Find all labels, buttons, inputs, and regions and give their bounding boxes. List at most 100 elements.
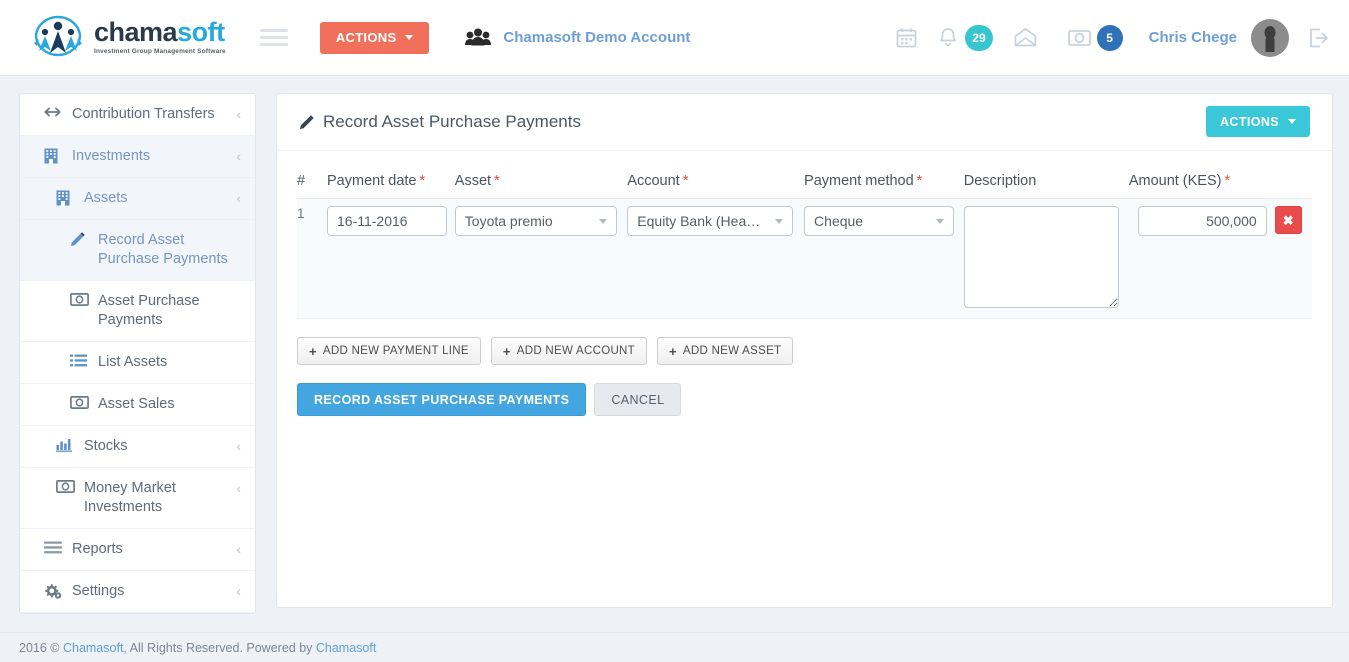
chevron-left-icon[interactable]: ‹ — [236, 147, 241, 166]
money-icon — [70, 396, 92, 409]
th-number: # — [297, 173, 327, 199]
user-avatar[interactable] — [1251, 18, 1289, 57]
sidebar-item-settings[interactable]: Settings ‹ — [20, 571, 255, 613]
table-header: # Payment date * Asset * Account * Payment … — [297, 173, 1312, 199]
sidebar-item-label: Assets — [84, 190, 128, 206]
payment-method-select[interactable]: Cheque — [804, 206, 955, 236]
required-marker: * — [419, 173, 426, 189]
th-description: Description — [963, 173, 1129, 199]
logo-word-secondary: soft — [177, 17, 225, 48]
pencil-icon — [300, 114, 314, 129]
logout-icon[interactable] — [1307, 27, 1329, 49]
header-right-tools: 29 5 Chris Chege — [885, 18, 1329, 58]
table-header-row: # Payment date * Asset * Account * Payment … — [297, 173, 1312, 199]
plus-icon: + — [668, 343, 677, 359]
asset-select[interactable]: Toyota premio — [454, 206, 617, 236]
sidebar-item-list-assets[interactable]: List Assets — [20, 342, 255, 384]
sidebar-item-assets[interactable]: Assets ‹ — [20, 178, 255, 220]
money-icon — [56, 480, 78, 493]
asset-select-value: Toyota premio — [464, 213, 553, 229]
list-lines-icon — [44, 541, 66, 554]
bell-icon[interactable] — [927, 18, 969, 58]
top-actions-button[interactable]: ACTIONS — [319, 21, 430, 54]
sidebar-item-record-asset-purchase-payments[interactable]: Record Asset Purchase Payments — [20, 220, 255, 281]
add-new-account-label: ADD NEW ACCOUNT — [516, 345, 635, 357]
cell-description — [963, 198, 1129, 319]
chevron-left-icon[interactable]: ‹ — [236, 437, 241, 456]
envelope-icon[interactable] — [1005, 18, 1047, 58]
sidebar-item-label: Record Asset Purchase Payments — [98, 232, 228, 267]
arrows-horizontal-icon — [44, 106, 66, 118]
calendar-icon[interactable] — [885, 18, 927, 58]
sidebar-item-asset-purchase-payments[interactable]: Asset Purchase Payments — [20, 281, 255, 342]
chevron-left-icon[interactable]: ‹ — [236, 582, 241, 601]
sidebar-item-label: Investments — [72, 148, 151, 164]
payment-method-select-value: Cheque — [814, 213, 864, 229]
notifications-badge[interactable]: 29 — [965, 24, 993, 51]
sidebar-item-investments[interactable]: Investments ‹ — [20, 136, 255, 178]
add-new-payment-line-button[interactable]: + ADD NEW PAYMENT LINE — [297, 337, 481, 365]
delete-row-button[interactable]: ✖ — [1274, 206, 1302, 234]
logo-tagline: Investment Group Management Software — [94, 48, 226, 56]
table-row: 1 Toyota premio Equity Bank (Hea… — [297, 198, 1312, 319]
cell-payment-method: Cheque — [804, 198, 964, 319]
cancel-button[interactable]: CANCEL — [594, 383, 682, 416]
description-textarea[interactable] — [963, 206, 1119, 308]
page-title-text: Record Asset Purchase Payments — [323, 112, 581, 131]
th-description-label: Description — [963, 173, 1037, 189]
chevron-left-icon[interactable]: ‹ — [236, 479, 241, 498]
money-icon — [70, 293, 92, 306]
add-new-asset-button[interactable]: + ADD NEW ASSET — [656, 337, 794, 365]
footer-link-chamasoft-2[interactable]: Chamasoft — [316, 641, 376, 655]
chevron-down-icon — [598, 218, 607, 224]
sidebar-item-label: Money Market Investments — [84, 480, 176, 515]
payments-table: # Payment date * Asset * Account * Payment … — [297, 173, 1312, 319]
required-marker: * — [916, 173, 923, 189]
th-amount: Amount (KES) * — [1128, 173, 1275, 199]
panel-actions-button[interactable]: ACTIONS — [1205, 106, 1310, 137]
sidebar-item-reports[interactable]: Reports ‹ — [20, 529, 255, 571]
th-delete — [1274, 173, 1312, 199]
table-body: 1 Toyota premio Equity Bank (Hea… — [297, 198, 1312, 319]
app-logo[interactable]: chamasoft Investment Group Management So… — [28, 13, 226, 63]
payment-date-input[interactable] — [327, 206, 447, 236]
top-header: chamasoft Investment Group Management So… — [0, 0, 1349, 76]
sidebar-item-contribution-transfers[interactable]: Contribution Transfers ‹ — [20, 94, 255, 136]
required-marker: * — [494, 173, 500, 189]
add-new-asset-label: ADD NEW ASSET — [682, 345, 782, 357]
sidebar-item-label: Stocks — [84, 438, 128, 454]
cell-delete: ✖ — [1274, 198, 1312, 319]
user-name[interactable]: Chris Chege — [1149, 29, 1237, 46]
sidebar-item-stocks[interactable]: Stocks ‹ — [20, 426, 255, 468]
group-account-name[interactable]: Chamasoft Demo Account — [503, 29, 690, 46]
add-buttons-row: + ADD NEW PAYMENT LINE + ADD NEW ACCOUNT… — [297, 337, 1312, 365]
sidebar-item-label: Asset Purchase Payments — [98, 293, 200, 328]
pencil-icon — [70, 232, 92, 247]
sidebar-item-money-market-investments[interactable]: Money Market Investments ‹ — [20, 468, 255, 529]
building-icon — [44, 148, 66, 164]
cell-asset: Toyota premio — [454, 198, 628, 319]
money-icon[interactable] — [1059, 18, 1101, 58]
footer-link-chamasoft-1[interactable]: Chamasoft — [63, 641, 123, 655]
payments-badge[interactable]: 5 — [1096, 24, 1123, 51]
cell-account: Equity Bank (Hea… — [627, 198, 805, 319]
sidebar-item-asset-sales[interactable]: Asset Sales — [20, 384, 255, 426]
th-asset: Asset * — [454, 173, 628, 199]
record-asset-purchase-payments-button[interactable]: RECORD ASSET PURCHASE PAYMENTS — [297, 383, 587, 416]
list-icon — [70, 354, 92, 367]
chevron-left-icon[interactable]: ‹ — [236, 105, 241, 124]
top-actions-label: ACTIONS — [335, 30, 397, 45]
chevron-left-icon[interactable]: ‹ — [236, 540, 241, 559]
chevron-left-icon[interactable]: ‹ — [236, 189, 241, 208]
account-select-value: Equity Bank (Hea… — [637, 213, 761, 229]
account-select[interactable]: Equity Bank (Hea… — [627, 206, 794, 236]
hamburger-menu-icon[interactable] — [259, 25, 288, 50]
sidebar-navigation: Contribution Transfers ‹ Investments ‹ Asset… — [19, 93, 256, 614]
group-account-block[interactable]: Chamasoft Demo Account — [465, 27, 690, 49]
footer-text-before: 2016 © — [19, 641, 63, 655]
chevron-down-icon — [405, 35, 414, 40]
panel-body: # Payment date * Asset * Account * Payment … — [277, 151, 1332, 416]
sidebar-item-label: List Assets — [98, 354, 168, 370]
add-new-account-button[interactable]: + ADD NEW ACCOUNT — [490, 337, 647, 365]
amount-input[interactable] — [1137, 206, 1267, 236]
